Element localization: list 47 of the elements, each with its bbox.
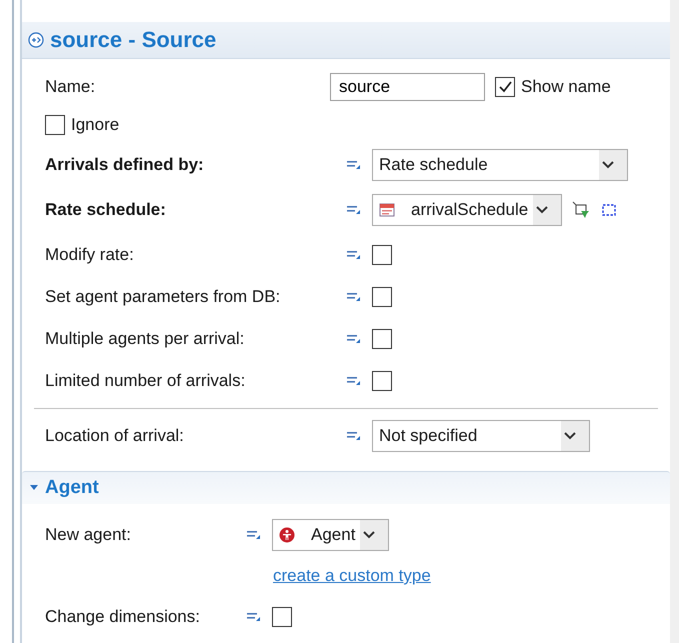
calendar-icon <box>379 202 395 218</box>
select-node-icon[interactable] <box>572 201 590 219</box>
chevron-down-icon <box>362 531 375 539</box>
field-label: Change dimensions: <box>45 607 201 627</box>
checkbox[interactable] <box>372 245 392 265</box>
chevron-down-icon <box>536 206 548 214</box>
dynamic-value-icon[interactable] <box>347 160 361 170</box>
dynamic-value-icon[interactable] <box>247 530 261 540</box>
person-icon <box>279 527 295 543</box>
checkbox[interactable] <box>372 329 392 349</box>
collapse-arrow-icon <box>30 485 38 491</box>
field-label: Location of arrival: <box>45 426 185 446</box>
field-label: New agent: <box>45 525 132 545</box>
field-label: Arrivals defined by: <box>45 155 205 175</box>
field-label: Multiple agents per arrival: <box>45 329 246 349</box>
dynamic-value-icon[interactable] <box>247 612 261 622</box>
source-icon <box>28 32 44 48</box>
field-label: Rate schedule: <box>45 200 167 220</box>
field-label: Set agent parameters from DB: <box>45 287 282 307</box>
field-label: Limited number of arrivals: <box>45 371 246 391</box>
dynamic-value-icon[interactable] <box>347 205 361 215</box>
checkbox[interactable] <box>372 371 392 391</box>
chevron-down-icon <box>602 161 614 169</box>
checkbox-label: Show name <box>521 77 611 97</box>
dynamic-value-icon[interactable] <box>347 292 361 302</box>
checkbox[interactable] <box>272 607 292 627</box>
checkbox[interactable] <box>372 287 392 307</box>
name-field[interactable]: source <box>330 73 485 101</box>
field-label: Name: <box>45 77 96 97</box>
dynamic-value-icon[interactable] <box>347 431 361 441</box>
dynamic-value-icon[interactable] <box>347 250 361 260</box>
check-icon <box>497 79 513 95</box>
dropdown[interactable]: arrivalSchedule <box>372 194 562 226</box>
chevron-down-icon <box>564 432 576 440</box>
panel-title: source - Source <box>50 27 216 53</box>
checkbox[interactable] <box>495 77 515 97</box>
field-label: Modify rate: <box>45 245 135 265</box>
dropdown[interactable]: Rate schedule <box>372 149 628 181</box>
checkbox[interactable] <box>45 115 65 135</box>
selection-frame-icon[interactable] <box>601 202 617 218</box>
custom-type-link[interactable]: create a custom type <box>273 566 431 586</box>
checkbox-label: Ignore <box>71 115 120 135</box>
dropdown[interactable]: Agent <box>272 519 389 551</box>
dynamic-value-icon[interactable] <box>347 334 361 344</box>
dropdown[interactable]: Not specified <box>372 420 590 452</box>
section-header[interactable]: Agent <box>22 471 670 504</box>
dynamic-value-icon[interactable] <box>347 376 361 386</box>
